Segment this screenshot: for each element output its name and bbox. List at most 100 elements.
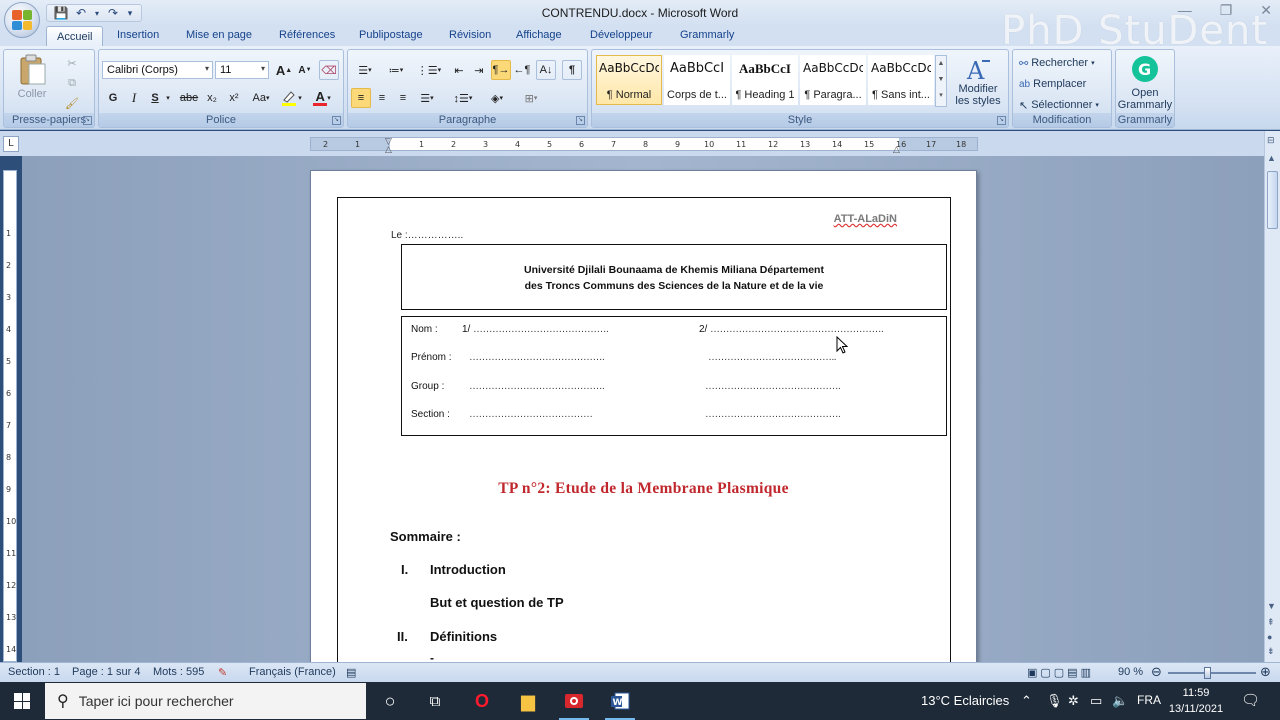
- tab-mise-en-page[interactable]: Mise en page: [186, 29, 252, 41]
- horizontal-ruler[interactable]: 2 1 1 2 3 4 5 6 7 8 9 10 11 12 13 14 15 …: [310, 136, 978, 154]
- clipboard-launcher-icon[interactable]: ↘: [83, 116, 92, 125]
- tab-insertion[interactable]: Insertion: [117, 29, 159, 41]
- tab-grammarly[interactable]: Grammarly: [680, 29, 734, 41]
- zoom-slider[interactable]: [1168, 672, 1256, 674]
- bold-button[interactable]: G: [103, 88, 123, 108]
- styles-scroll[interactable]: ▲ ▼ ▾: [935, 55, 947, 107]
- tab-affichage[interactable]: Affichage: [516, 29, 562, 41]
- rtl-icon[interactable]: ←¶: [512, 60, 532, 80]
- paragraph-launcher-icon[interactable]: ↘: [576, 116, 585, 125]
- sort-icon[interactable]: A↓: [536, 60, 556, 80]
- italic-button[interactable]: I: [124, 88, 144, 108]
- subscript-button[interactable]: x₂: [202, 88, 222, 108]
- tab-accueil[interactable]: Accueil: [46, 26, 104, 47]
- vertical-scrollbar[interactable]: ⊟ ▲ ▼ ⇞ ● ⇟: [1264, 131, 1280, 662]
- font-launcher-icon[interactable]: ↘: [332, 116, 341, 125]
- font-size-combo[interactable]: 11 ▾: [215, 61, 269, 79]
- increase-indent-icon[interactable]: ⇥: [469, 60, 489, 80]
- zoom-level[interactable]: 90 %: [1118, 666, 1143, 678]
- taskbar-search[interactable]: ⚲ Taper ici pour rechercher: [45, 683, 366, 719]
- microphone-icon[interactable]: 🎙: [1046, 693, 1063, 709]
- tab-developpeur[interactable]: Développeur: [590, 29, 652, 41]
- proofing-icon[interactable]: ✎: [218, 666, 227, 679]
- format-painter-icon[interactable]: 🖌: [62, 93, 82, 113]
- scroll-thumb[interactable]: [1267, 171, 1278, 229]
- line-spacing-icon[interactable]: ↕☰ ▾: [449, 88, 477, 108]
- next-page-icon[interactable]: ⇟: [1267, 646, 1275, 657]
- multilevel-list-button[interactable]: ⋮☰ ▾: [414, 60, 444, 80]
- underline-dropdown-icon[interactable]: ▾: [163, 88, 173, 108]
- file-explorer-icon[interactable]: ▆: [505, 682, 551, 720]
- style-corps-de-texte[interactable]: AaBbCcI Corps de t...: [664, 55, 730, 105]
- task-view-icon[interactable]: ⧉: [412, 682, 458, 720]
- align-left-icon[interactable]: ≡: [351, 88, 371, 108]
- align-center-icon[interactable]: ≡: [372, 88, 392, 108]
- zoom-out-icon[interactable]: ⊖: [1151, 664, 1162, 680]
- shrink-font-button[interactable]: A ▼: [295, 60, 315, 80]
- font-color-button[interactable]: A ▾: [309, 88, 335, 108]
- status-language[interactable]: Français (France): [249, 666, 336, 678]
- view-ruler-icon[interactable]: ⊟: [1267, 135, 1275, 146]
- zoom-in-icon[interactable]: ⊕: [1260, 664, 1271, 680]
- screen-recorder-icon[interactable]: [551, 682, 597, 720]
- justify-icon[interactable]: ☰ ▾: [414, 88, 440, 108]
- tray-overflow-icon[interactable]: ⌃: [1021, 693, 1032, 709]
- bullets-button[interactable]: ☰ ▾: [351, 60, 379, 80]
- macro-record-icon[interactable]: ▤: [346, 666, 356, 679]
- style-paragraphe[interactable]: AaBbCcDc ¶ Paragra...: [800, 55, 866, 105]
- bluetooth-icon[interactable]: ✲: [1068, 693, 1079, 709]
- replace-button[interactable]: ab Remplacer: [1019, 75, 1086, 93]
- view-buttons[interactable]: ▣▢▢▤▥: [1027, 666, 1094, 679]
- tab-references[interactable]: Références: [279, 29, 335, 41]
- select-button[interactable]: ↖ Sélectionner ▾: [1019, 96, 1099, 114]
- change-case-button[interactable]: Aa ▾: [248, 88, 274, 108]
- battery-icon[interactable]: ▭: [1090, 693, 1102, 709]
- browse-object-icon[interactable]: ●: [1267, 632, 1272, 642]
- clear-formatting-icon[interactable]: ⌫: [319, 60, 339, 80]
- zoom-slider-thumb[interactable]: [1204, 667, 1211, 679]
- borders-icon[interactable]: ⊞ ▾: [516, 88, 546, 108]
- input-language[interactable]: FRA: [1137, 693, 1161, 707]
- find-button[interactable]: ⚯ Rechercher ▾: [1019, 54, 1095, 72]
- styles-launcher-icon[interactable]: ↘: [997, 116, 1006, 125]
- previous-page-icon[interactable]: ⇞: [1267, 617, 1275, 628]
- hanging-indent-marker[interactable]: △: [385, 144, 392, 155]
- align-right-icon[interactable]: ≡: [393, 88, 413, 108]
- right-indent-marker[interactable]: △: [893, 144, 900, 155]
- weather[interactable]: 13°C Eclaircies: [921, 693, 1009, 708]
- office-button[interactable]: [4, 2, 40, 38]
- clock[interactable]: 11:59 13/11/2021: [1164, 685, 1228, 717]
- grow-font-button[interactable]: A ▲: [274, 60, 294, 80]
- style-heading-1[interactable]: AaBbCcI ¶ Heading 1: [732, 55, 798, 105]
- style-normal[interactable]: AaBbCcDc ¶ Normal: [596, 55, 662, 105]
- vertical-ruler[interactable]: 1 2 3 4 5 6 7 8 9 10 11 12 13 14: [3, 170, 17, 662]
- opera-icon[interactable]: O: [459, 682, 505, 720]
- paste-button[interactable]: Coller: [12, 54, 52, 106]
- ltr-icon[interactable]: ¶→: [491, 60, 511, 80]
- cut-icon[interactable]: ✂: [62, 53, 82, 73]
- style-sans-interligne[interactable]: AaBbCcDc ¶ Sans int...: [868, 55, 934, 105]
- status-section[interactable]: Section : 1: [8, 666, 60, 678]
- scroll-down-icon[interactable]: ▼: [1267, 601, 1276, 611]
- word-taskbar-icon[interactable]: W: [597, 682, 643, 720]
- start-button[interactable]: [0, 682, 44, 720]
- highlight-button[interactable]: ▾: [279, 88, 303, 108]
- tab-revision[interactable]: Révision: [449, 29, 491, 41]
- copy-icon[interactable]: ⧉: [62, 73, 82, 93]
- underline-button[interactable]: S: [145, 88, 165, 108]
- volume-icon[interactable]: 🔈: [1112, 693, 1128, 709]
- decrease-indent-icon[interactable]: ⇤: [449, 60, 469, 80]
- status-page[interactable]: Page : 1 sur 4: [72, 666, 141, 678]
- numbering-button[interactable]: ≔ ▾: [382, 60, 410, 80]
- scroll-up-icon[interactable]: ▲: [1267, 153, 1276, 163]
- modify-styles-button[interactable]: A Modifier les styles: [950, 54, 1006, 110]
- status-words[interactable]: Mots : 595: [153, 666, 204, 678]
- tab-selector[interactable]: L: [3, 136, 19, 152]
- font-name-combo[interactable]: Calibri (Corps) ▾: [102, 61, 213, 79]
- strikethrough-button[interactable]: abe: [179, 88, 199, 108]
- cortana-icon[interactable]: ○: [367, 682, 413, 720]
- superscript-button[interactable]: x²: [224, 88, 244, 108]
- document-page[interactable]: ATT-ALaDiN Le :…………….. Université Djilal…: [310, 170, 977, 665]
- shading-icon[interactable]: ◈ ▾: [482, 88, 512, 108]
- show-marks-icon[interactable]: ¶: [562, 60, 582, 80]
